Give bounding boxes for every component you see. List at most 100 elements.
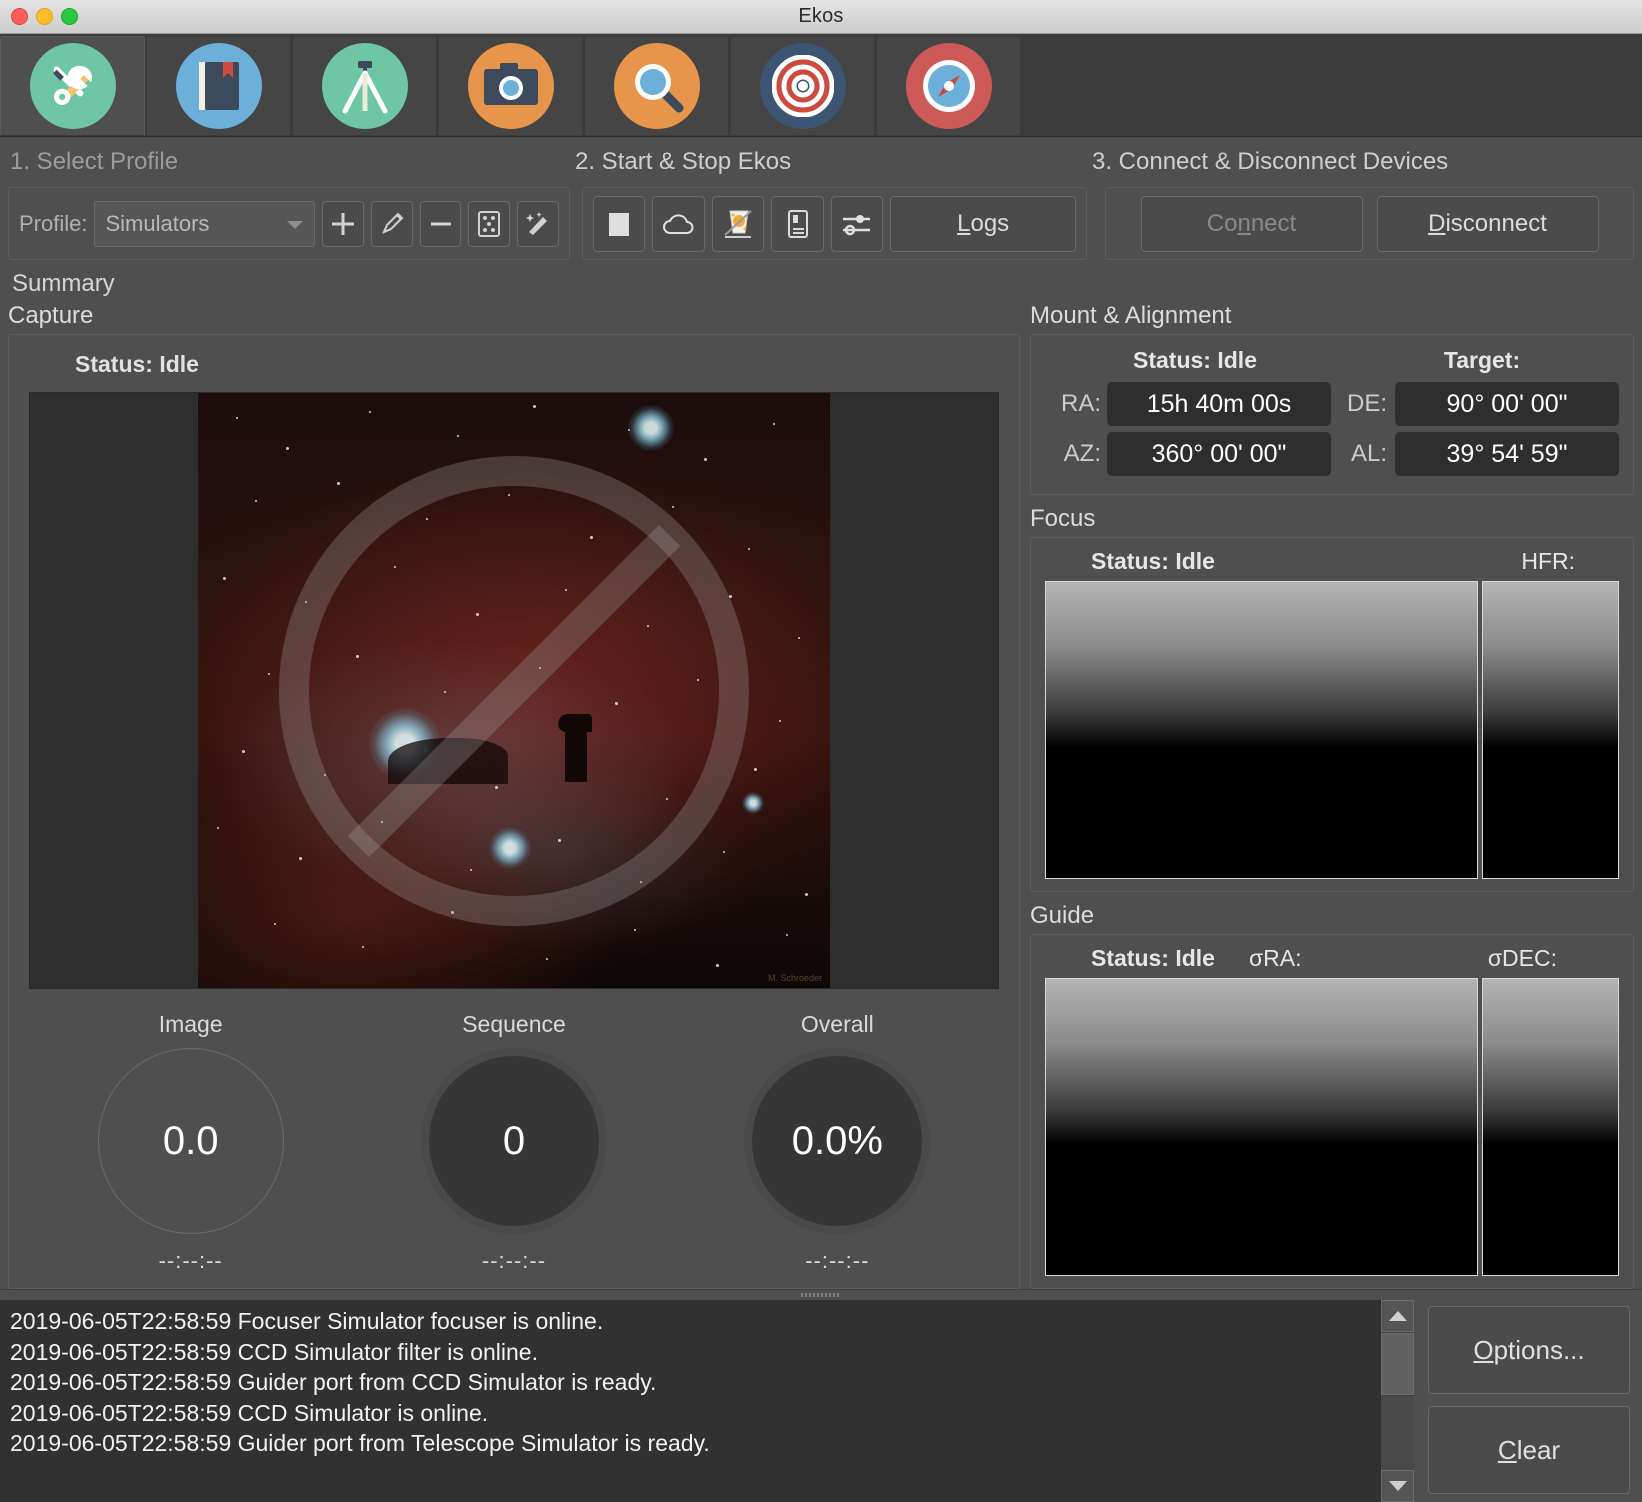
log-line: 2019-06-05T22:58:59 Focuser Simulator fo…: [10, 1308, 604, 1334]
capture-fieldset: Status: Idle M. Schroeder Image 0.0 --:-…: [8, 334, 1020, 1289]
log-line: 2019-06-05T22:58:59 CCD Simulator is onl…: [10, 1399, 489, 1426]
add-profile-button[interactable]: [322, 200, 364, 247]
indi-control-button[interactable]: [771, 195, 824, 252]
progress-image-dial: 0.0: [97, 1048, 284, 1234]
options-sliders-button[interactable]: [830, 195, 884, 252]
minus-icon: [430, 222, 451, 225]
focus-status: Status: Idle: [1091, 548, 1215, 575]
disconnect-button[interactable]: Disconnect: [1376, 195, 1599, 252]
step-labels: 1. Select Profile 2. Start & Stop Ekos 3…: [0, 137, 1642, 187]
controls-row: Profile: Simulators L ogs Co n nect D is…: [0, 187, 1642, 260]
delete-profile-button[interactable]: [419, 200, 462, 247]
focus-title: Focus: [1030, 505, 1096, 532]
mount-status-value: Idle: [1217, 347, 1257, 373]
guide-status: Status: Idle: [1091, 945, 1215, 972]
clear-button[interactable]: Clear: [1428, 1406, 1630, 1494]
progress-sequence-time: --:--:--: [481, 1248, 547, 1273]
tab-setup[interactable]: [0, 36, 145, 135]
mount-target-label: Target:: [1443, 347, 1521, 373]
edit-profile-button[interactable]: [370, 200, 413, 247]
progress-overall-dial: 0.0%: [744, 1048, 931, 1234]
window-title: Ekos: [798, 5, 844, 27]
log-output[interactable]: 2019-06-05T22:58:59 Focuser Simulator fo…: [0, 1300, 1380, 1502]
tab-scheduler[interactable]: [146, 36, 291, 135]
cloud-button[interactable]: [652, 195, 705, 252]
pencil-icon: [381, 212, 404, 234]
connect-accel: n: [1237, 209, 1251, 237]
tab-align[interactable]: [876, 36, 1021, 135]
mount-row-az-al: AZ: 360° 00' 00" AL: 39° 54' 59": [1045, 432, 1619, 476]
no-entry-overlay-icon: [279, 455, 749, 926]
capture-preview[interactable]: M. Schroeder: [29, 392, 999, 989]
tools-icon: [29, 43, 116, 129]
log-scrollbar[interactable]: [1380, 1300, 1414, 1502]
options-button[interactable]: Options...: [1428, 1306, 1630, 1394]
magic-wand-icon: [526, 211, 548, 235]
mount-header: Status: Idle Target:: [1045, 347, 1619, 374]
custom-drivers-button[interactable]: [468, 200, 511, 247]
progress-image-label: Image: [158, 1011, 223, 1037]
progress-sequence-dial: 0: [420, 1048, 607, 1234]
profile-label: Profile:: [19, 210, 88, 236]
connect-label-post: nect: [1250, 209, 1297, 237]
capture-title: Capture: [8, 302, 94, 329]
ekos-control-group: Logs: [582, 187, 1087, 260]
ekos-window: Ekos 1. Select Profile 2. Start & Stop E…: [0, 0, 1642, 1502]
wizard-button[interactable]: [517, 200, 559, 247]
indi-panel-icon: [787, 209, 808, 238]
scroll-track[interactable]: [1381, 1396, 1414, 1470]
summary-content: Capture Status: Idle M. Schroeder Image …: [0, 302, 1642, 1289]
capture-status-label: Status:: [75, 351, 153, 377]
compass-icon: [905, 43, 992, 129]
caret-up-icon: [1388, 1311, 1407, 1321]
profile-select[interactable]: Simulators: [94, 200, 316, 247]
tab-capture[interactable]: [438, 36, 583, 135]
log-line: 2019-06-05T22:58:59 Guider port from Tel…: [10, 1430, 710, 1456]
az-value: 360° 00' 00": [1107, 432, 1331, 476]
stop-ekos-button[interactable]: [593, 195, 646, 252]
log-buttons: Options... Clear: [1414, 1300, 1642, 1502]
right-column: Mount & Alignment Status: Idle Target: R…: [1030, 302, 1634, 1289]
al-value: 39° 54' 59": [1395, 432, 1619, 476]
guide-sigma-gauge: [1482, 978, 1619, 1276]
tab-focus[interactable]: [584, 36, 729, 135]
sigma-dec-label: σDEC:: [1487, 945, 1557, 971]
profile-group: Profile: Simulators: [8, 187, 570, 260]
splitter-grip-icon: [801, 1293, 841, 1297]
connect-label-pre: Co: [1206, 209, 1238, 237]
ra-label: RA:: [1060, 390, 1101, 417]
focus-hfr-gauge: [1482, 581, 1619, 879]
ekoslive-icon: [724, 209, 752, 238]
scroll-up-button[interactable]: [1381, 1300, 1414, 1332]
options-label-rest: ptions...: [1493, 1334, 1585, 1365]
capture-status-value: Idle: [159, 351, 199, 377]
mount-fieldset: Status: Idle Target: RA: 15h 40m 00s DE:…: [1030, 334, 1634, 495]
scroll-thumb[interactable]: [1381, 1333, 1414, 1395]
progress-overall-label: Overall: [800, 1011, 874, 1037]
de-label: DE:: [1346, 390, 1387, 417]
camera-icon: [467, 43, 554, 129]
image-signature: M. Schroeder: [767, 973, 822, 983]
log-splitter-handle[interactable]: [0, 1289, 1642, 1300]
connect-button[interactable]: Co n nect: [1140, 195, 1363, 252]
guide-plots: [1045, 978, 1619, 1276]
ekoslive-button[interactable]: [711, 195, 765, 252]
de-value: 90° 00' 00": [1395, 382, 1619, 426]
clear-label-rest: lear: [1516, 1434, 1561, 1465]
progress-overall: Overall 0.0% --:--:--: [676, 1011, 999, 1274]
guide-fieldset: Status: Idle σRA: σDEC:: [1030, 934, 1634, 1289]
cloud-icon: [662, 213, 694, 234]
mount-row-ra-de: RA: 15h 40m 00s DE: 90° 00' 00": [1045, 382, 1619, 426]
log-area: 2019-06-05T22:58:59 Focuser Simulator fo…: [0, 1300, 1642, 1502]
nebula-image: M. Schroeder: [198, 393, 830, 988]
progress-overall-time: --:--:--: [805, 1248, 870, 1273]
tab-guide[interactable]: [730, 36, 875, 135]
scroll-down-button[interactable]: [1381, 1470, 1414, 1502]
disconnect-label-rest: isconnect: [1445, 209, 1547, 237]
profile-selected-value: Simulators: [105, 210, 210, 236]
logs-button[interactable]: Logs: [890, 195, 1076, 252]
progress-sequence: Sequence 0 --:--:--: [352, 1011, 675, 1274]
tab-mount[interactable]: [292, 36, 437, 135]
tripod-icon: [321, 43, 408, 129]
caret-down-icon: [1388, 1481, 1407, 1491]
